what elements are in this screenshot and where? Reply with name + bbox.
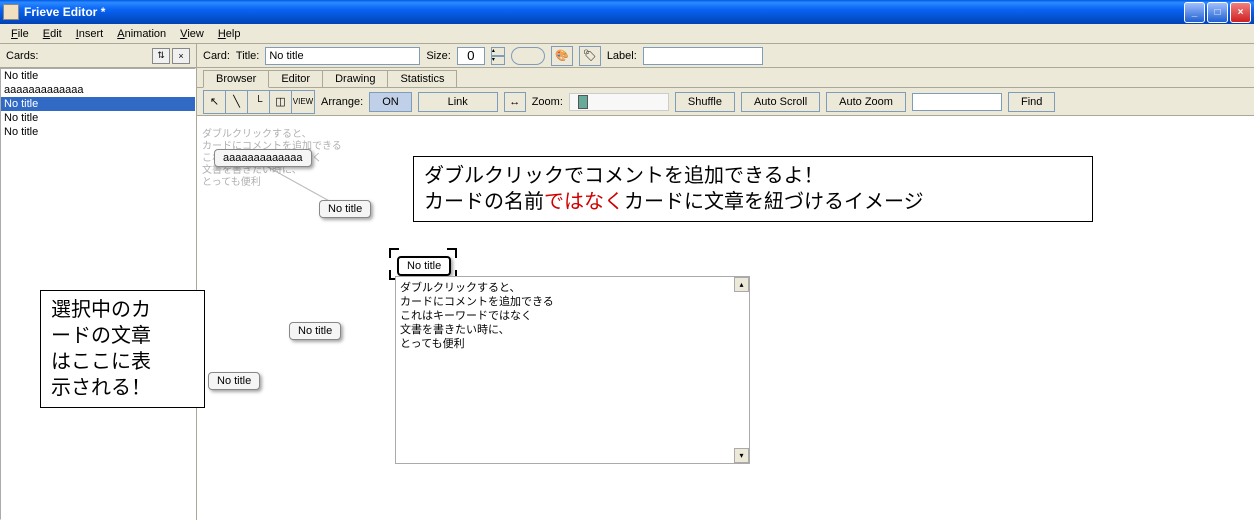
node-card[interactable]: No title [208,372,260,390]
annotation-top-text2: カードに文章を紐づけるイメージ [624,191,924,213]
auto-scroll-button[interactable]: Auto Scroll [741,92,820,112]
menu-animation[interactable]: Animation [110,26,173,42]
zoom-label: Zoom: [532,96,563,108]
card-list-item[interactable]: No title [1,111,195,125]
selection-bracket [447,248,457,258]
close-button[interactable]: × [1230,2,1251,23]
card-list-item[interactable]: aaaaaaaaaaaaa [1,83,195,97]
menu-bar: File Edit Insert Animation View Help [0,24,1254,44]
annotation-top: ダブルクリックでコメントを追加できるよ！カードの名前ではなくカードに文章を紐づけ… [413,156,1093,222]
title-input[interactable] [265,47,420,65]
menu-insert[interactable]: Insert [69,26,111,42]
label-label: Label: [607,50,637,62]
color-picker-button[interactable]: 🎨 [551,46,573,66]
arrange-label: Arrange: [321,96,363,108]
tool-button-2[interactable]: └ [248,91,270,113]
node-card[interactable]: No title [289,322,341,340]
tab-browser[interactable]: Browser [203,70,269,88]
annotation-top-red: ではなく [544,191,624,213]
size-label: Size: [426,50,450,62]
auto-zoom-button[interactable]: Auto Zoom [826,92,906,112]
zoom-slider[interactable] [569,93,669,111]
zoom-thumb[interactable] [578,95,588,109]
find-button[interactable]: Find [1008,92,1055,112]
scroll-down-icon[interactable]: ▾ [734,448,749,463]
menu-help[interactable]: Help [211,26,248,42]
node-card[interactable]: aaaaaaaaaaaaa [214,149,312,167]
comment-panel[interactable]: ダブルクリックすると、カードにコメントを追加できるこれはキーワードではなく文書を… [395,276,750,464]
tabs: BrowserEditorDrawingStatistics [197,68,1254,88]
window-title: Frieve Editor * [24,5,1184,19]
title-label: Title: [236,50,259,62]
sidebar-close-button[interactable]: × [172,48,190,64]
minimize-button[interactable]: _ [1184,2,1205,23]
menu-view[interactable]: View [173,26,211,42]
swap-button[interactable]: ↔ [504,92,526,112]
card-list-item[interactable]: No title [1,97,195,111]
selection-bracket [389,248,399,258]
card-list-item[interactable]: No title [1,125,195,139]
sidebar-header: Cards: [6,50,150,62]
tab-editor[interactable]: Editor [268,70,323,88]
card-label: Card: [203,50,230,62]
sidebar-sort-button[interactable]: ⇅ [152,48,170,64]
link-button[interactable]: Link [418,92,498,112]
tool-button-1[interactable]: ╲ [226,91,248,113]
arrange-on-button[interactable]: ON [369,92,412,112]
find-input[interactable] [912,93,1002,111]
browser-toolbar: ↖╲└◫VIEW Arrange: ON Link ↔ Zoom: Shuffl… [197,88,1254,116]
maximize-button[interactable]: □ [1207,2,1228,23]
tool-button-3[interactable]: ◫ [270,91,292,113]
app-icon [3,4,19,20]
size-down-button[interactable]: ▾ [491,56,505,65]
sidebar: Cards: ⇅ × No titleaaaaaaaaaaaaaNo title… [0,44,197,520]
node-card[interactable]: No title [319,200,371,218]
tool-button-4[interactable]: VIEW [292,91,314,113]
shuffle-button[interactable]: Shuffle [675,92,735,112]
tab-statistics[interactable]: Statistics [387,70,457,88]
node-card[interactable]: No title [397,256,451,276]
tab-drawing[interactable]: Drawing [322,70,388,88]
title-bar: Frieve Editor * _ □ × [0,0,1254,24]
tag-button[interactable]: 🏷 [579,46,601,66]
shape-button[interactable] [511,47,545,65]
label-input[interactable] [643,47,763,65]
menu-edit[interactable]: Edit [36,26,69,42]
card-list-item[interactable]: No title [1,69,195,83]
size-up-button[interactable]: ▴ [491,47,505,56]
scroll-up-icon[interactable]: ▴ [734,277,749,292]
annotation-left: 選択中のカードの文章はここに表示される！ [40,290,205,408]
size-input[interactable] [457,47,485,65]
tool-button-0[interactable]: ↖ [204,91,226,113]
menu-file[interactable]: File [4,26,36,42]
card-toolbar: Card: Title: Size: ▴ ▾ 🎨 🏷 Label: [197,44,1254,68]
